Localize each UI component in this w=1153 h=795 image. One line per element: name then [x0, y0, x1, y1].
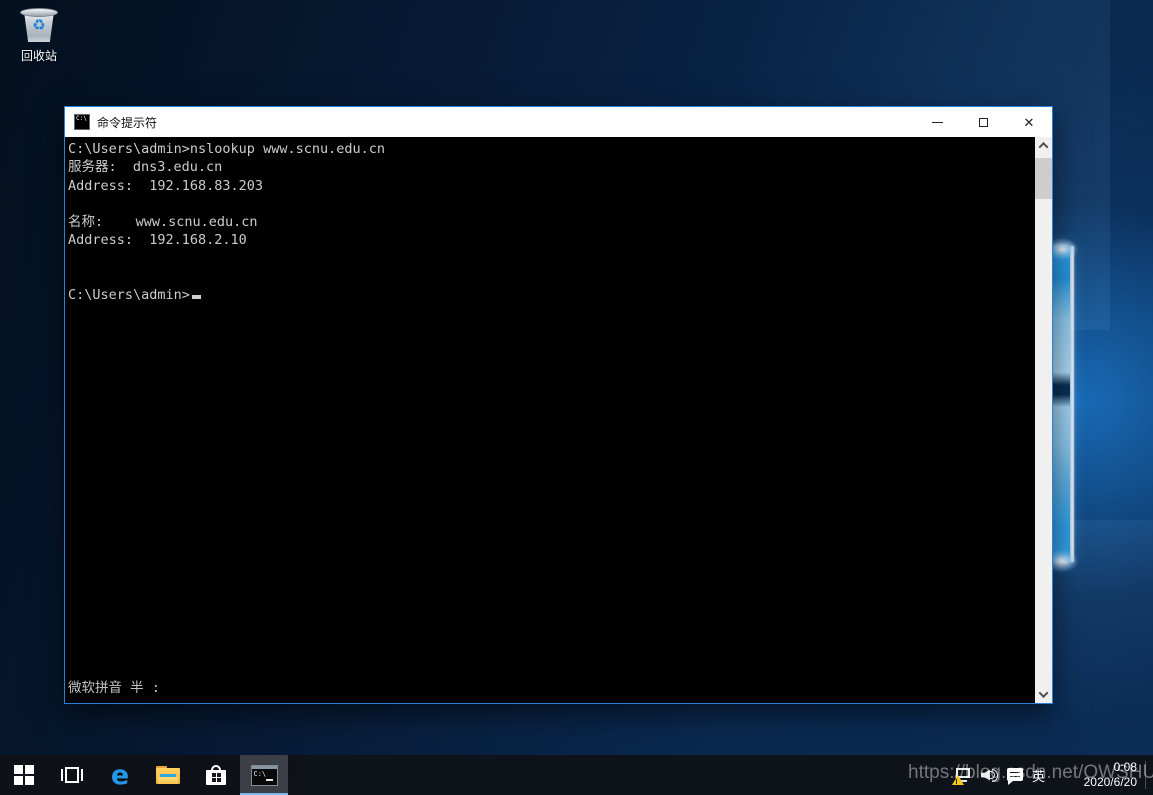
- titlebar[interactable]: C:\ 命令提示符 ✕: [65, 107, 1052, 137]
- console-line: Address: 192.168.2.10: [68, 231, 1035, 249]
- taskbar-item-file-explorer[interactable]: [144, 755, 192, 795]
- recycle-bin-label: 回收站: [10, 47, 68, 64]
- windows-logo-icon: [14, 765, 34, 785]
- close-button[interactable]: ✕: [1006, 107, 1052, 137]
- console-line: C:\Users\admin>nslookup www.scnu.edu.cn: [68, 140, 1035, 158]
- console-prompt-line: C:\Users\admin>: [68, 286, 1035, 304]
- recycle-bin-shortcut[interactable]: ♻ 回收站: [10, 8, 68, 64]
- minimize-button[interactable]: [914, 107, 960, 137]
- taskbar-item-cmd-active[interactable]: C:\: [240, 755, 288, 795]
- tray-divider: [1145, 761, 1146, 789]
- ime-status-line: 微软拼音 半 :: [68, 676, 160, 696]
- task-view-icon: [61, 767, 83, 783]
- start-button[interactable]: [0, 755, 48, 795]
- show-desktop-button[interactable]: [1147, 755, 1153, 795]
- taskbar: e C:\: [0, 755, 1153, 795]
- taskbar-clock[interactable]: 0:08 2020/6/20: [1084, 755, 1137, 795]
- network-warning-icon[interactable]: [955, 768, 972, 783]
- text-cursor: [192, 295, 201, 299]
- wallpaper-window-glow: [1050, 246, 1076, 562]
- action-center-icon[interactable]: [1007, 768, 1023, 783]
- scroll-up-button[interactable]: [1035, 137, 1052, 154]
- store-icon: [206, 765, 226, 785]
- cmd-icon: C:\: [251, 765, 278, 786]
- console-line: Address: 192.168.83.203: [68, 177, 1035, 195]
- recycle-bin-icon: ♻: [20, 8, 58, 42]
- clock-time: 0:08: [1084, 760, 1137, 775]
- maximize-button[interactable]: [960, 107, 1006, 137]
- scrollbar-thumb[interactable]: [1035, 158, 1052, 199]
- console-line: [68, 250, 1035, 268]
- ime-language-indicator[interactable]: 英: [1032, 766, 1045, 785]
- cmd-window-icon[interactable]: C:\: [74, 114, 90, 130]
- console-line: [68, 268, 1035, 286]
- taskbar-item-store[interactable]: [192, 755, 240, 795]
- minimize-icon: [932, 122, 943, 123]
- console-line: [68, 195, 1035, 213]
- clock-date: 2020/6/20: [1084, 775, 1137, 790]
- speaker-icon[interactable]: [981, 768, 998, 783]
- chevron-up-icon: [1039, 142, 1049, 152]
- console-line: 名称: www.scnu.edu.cn: [68, 213, 1035, 231]
- window-title: 命令提示符: [97, 114, 157, 131]
- console-scrollbar[interactable]: [1035, 137, 1052, 703]
- maximize-icon: [979, 118, 988, 127]
- taskbar-item-edge[interactable]: e: [96, 755, 144, 795]
- chevron-down-icon: [1039, 688, 1049, 698]
- console-prompt: C:\Users\admin>: [68, 287, 190, 303]
- cmd-window: C:\ 命令提示符 ✕ C:\Users\admin>nslookup www.…: [64, 106, 1053, 704]
- console-line: 服务器: dns3.edu.cn: [68, 158, 1035, 176]
- scroll-down-button[interactable]: [1035, 686, 1052, 703]
- folder-icon: [156, 766, 180, 784]
- task-view-button[interactable]: [48, 755, 96, 795]
- close-icon: ✕: [1024, 116, 1035, 129]
- edge-icon: e: [111, 762, 129, 789]
- recycle-symbol-icon: ♻: [20, 16, 58, 36]
- console-output[interactable]: C:\Users\admin>nslookup www.scnu.edu.cn …: [65, 137, 1035, 703]
